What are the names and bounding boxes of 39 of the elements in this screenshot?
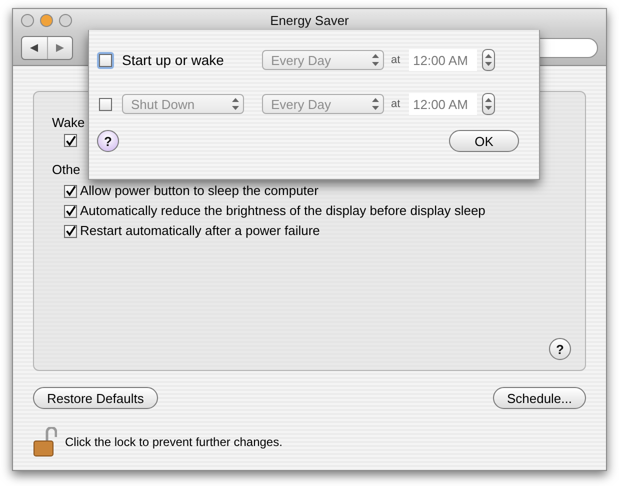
window-control-icon[interactable] (40, 14, 53, 26)
at-label: at (391, 54, 400, 66)
updown-arrows-icon (485, 54, 492, 66)
updown-arrows-icon (232, 98, 239, 110)
help-button[interactable]: ? (549, 338, 571, 360)
time-field[interactable]: 12:00 AM (409, 93, 477, 115)
checkbox[interactable] (64, 184, 77, 198)
window-title: Energy Saver (270, 12, 349, 28)
checkbox[interactable] (99, 98, 112, 110)
ok-button[interactable]: OK (449, 130, 519, 152)
checkmark-icon (65, 205, 76, 217)
restore-defaults-button[interactable]: Restore Defaults (33, 387, 158, 409)
time-stepper[interactable] (482, 49, 495, 71)
updown-arrows-icon (485, 98, 492, 110)
section-label: Wake (52, 114, 86, 132)
window-control-icon[interactable] (59, 14, 72, 26)
checkbox-label: Allow power button to sleep the computer (80, 182, 318, 200)
help-button[interactable]: ? (97, 130, 119, 152)
time-stepper[interactable] (482, 93, 495, 115)
checkbox[interactable] (64, 224, 77, 238)
padlock-icon[interactable] (33, 427, 57, 457)
at-label: at (391, 98, 400, 110)
right-arrow-icon (56, 44, 64, 52)
checkmark-icon (65, 134, 76, 146)
checkbox[interactable] (64, 204, 77, 218)
checkbox[interactable] (64, 134, 77, 147)
section-label: Othe (52, 161, 82, 179)
checkbox-label: Restart automatically after a power failure (80, 222, 320, 240)
time-field[interactable]: 12:00 AM (409, 49, 477, 71)
left-arrow-icon (30, 44, 38, 52)
checkmark-icon (65, 185, 76, 197)
lock-message: Click the lock to prevent further changes. (65, 435, 282, 449)
updown-arrows-icon (372, 54, 379, 66)
checkbox-label: Start up or wake (122, 52, 224, 68)
checkbox-label: Automatically reduce the brightness of the display before display sleep (80, 202, 486, 220)
window-control-icon[interactable] (21, 14, 34, 26)
schedule-button[interactable]: Schedule... (492, 387, 586, 409)
updown-arrows-icon (372, 98, 379, 110)
checkmark-icon (65, 225, 76, 237)
